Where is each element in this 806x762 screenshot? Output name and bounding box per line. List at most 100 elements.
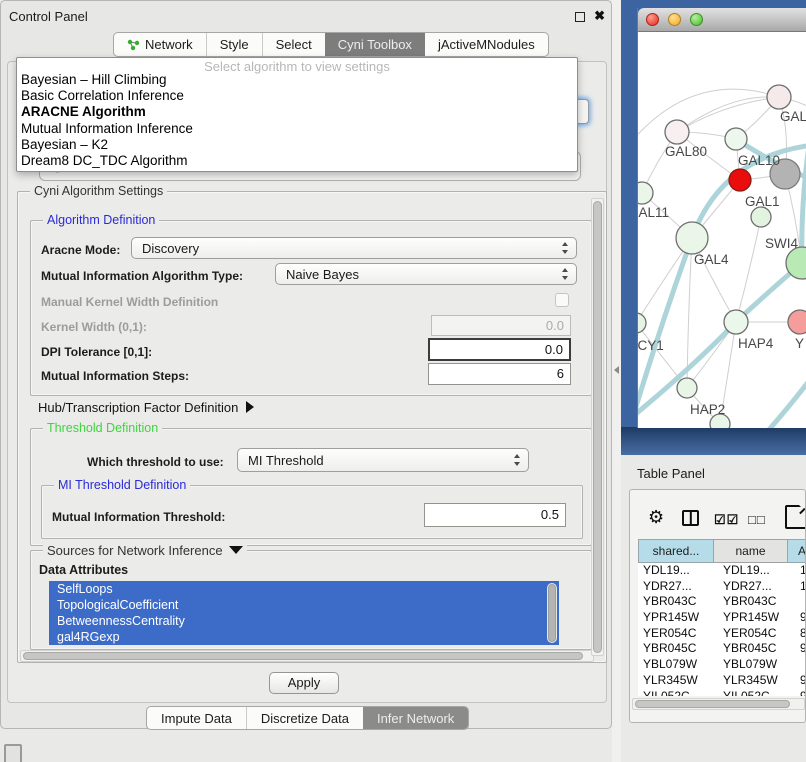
table-cell: YDR27... <box>638 579 714 595</box>
settings-vertical-scrollbar[interactable] <box>591 198 604 656</box>
table-row[interactable]: YDR27...YDR27...12 <box>638 579 806 595</box>
node-gal4[interactable] <box>676 222 708 254</box>
network-desktop-shadow <box>621 427 806 455</box>
table-cell: 13 <box>788 563 806 579</box>
divider-collapse-icon[interactable] <box>614 366 619 374</box>
node-red[interactable] <box>729 169 751 191</box>
deselect-all-checkboxes-icon[interactable]: □□ <box>748 512 766 527</box>
node-hap4[interactable] <box>724 310 748 334</box>
attribute-item-selfloops[interactable]: SelfLoops <box>49 581 559 597</box>
mi-type-combo[interactable]: Naive Bayes <box>275 263 577 285</box>
table-cell: YDR27... <box>714 579 788 595</box>
tab-label: jActiveMNodules <box>438 37 535 52</box>
mi-steps-field[interactable]: 6 <box>428 363 571 385</box>
tab-infer-network[interactable]: Infer Network <box>363 707 468 729</box>
close-icon[interactable]: ✖ <box>594 8 605 24</box>
network-window-titlebar[interactable] <box>638 8 806 32</box>
mi-threshold-field[interactable]: 0.5 <box>424 503 566 527</box>
attribute-item-betweennesscentrality[interactable]: BetweennessCentrality <box>49 613 559 629</box>
collapse-down-icon <box>229 546 243 554</box>
aracne-mode-combo[interactable]: Discovery <box>131 237 577 259</box>
algorithm-option-aracne-algorithm[interactable]: ARACNE Algorithm <box>17 104 577 120</box>
table-header-row: shared...nameA <box>638 539 806 563</box>
algorithm-option-dream8-dc-tdc-algorithm[interactable]: Dream8 DC_TDC Algorithm <box>17 153 577 169</box>
select-all-checkboxes-icon[interactable]: ☑☑ <box>714 512 739 528</box>
aracne-mode-value: Discovery <box>142 241 199 256</box>
list-scrollbar[interactable] <box>547 583 557 643</box>
panel-divider[interactable] <box>612 0 621 762</box>
table-row[interactable]: YIL052CYIL052C9 <box>638 689 806 697</box>
which-threshold-combo[interactable]: MI Threshold <box>237 448 529 472</box>
table-horizontal-scrollbar[interactable] <box>632 698 805 710</box>
table-cell: YIL052C <box>638 689 714 697</box>
node-gal80[interactable] <box>665 120 689 144</box>
node-hap2[interactable] <box>677 378 697 398</box>
algorithm-option-bayesian-k2[interactable]: Bayesian – K2 <box>17 137 577 153</box>
manual-kernel-checkbox[interactable] <box>555 293 569 307</box>
kernel-width-label: Kernel Width (0,1): <box>41 320 147 334</box>
node-salmon[interactable] <box>788 310 806 334</box>
node-label-y: Y <box>795 336 804 351</box>
columns-icon[interactable] <box>682 510 699 526</box>
tab-style[interactable]: Style <box>206 33 262 56</box>
kernel-width-field[interactable]: 0.0 <box>431 315 571 336</box>
column-header-name[interactable]: name <box>714 539 788 563</box>
tab-select[interactable]: Select <box>262 33 325 56</box>
tab-discretize-data[interactable]: Discretize Data <box>246 707 363 729</box>
algorithm-option-mutual-information-inference[interactable]: Mutual Information Inference <box>17 121 577 137</box>
dock-icon[interactable] <box>4 744 22 762</box>
minimize-traffic-light-icon[interactable] <box>668 13 681 26</box>
attribute-item-gal4rgexp[interactable]: gal4RGexp <box>49 629 559 645</box>
table-cell <box>788 657 806 673</box>
float-window-icon[interactable] <box>575 12 585 22</box>
tab-jactivemnodules[interactable]: jActiveMNodules <box>425 33 548 56</box>
table-cell: YBL079W <box>714 657 788 673</box>
table-cell: YBR045C <box>714 641 788 657</box>
settings-horizontal-scrollbar[interactable] <box>20 650 594 662</box>
tab-cyni-toolbox[interactable]: Cyni Toolbox <box>325 33 425 56</box>
cyni-algorithm-settings-group: Cyni Algorithm Settings Algorithm Defini… <box>17 191 607 663</box>
table-row[interactable]: YLR345WYLR345W9. <box>638 673 806 689</box>
table-row[interactable]: YBR045CYBR045C9. <box>638 641 806 657</box>
table-cell: YBL079W <box>638 657 714 673</box>
algorithm-option-bayesian-hill-climbing[interactable]: Bayesian – Hill Climbing <box>17 72 577 88</box>
column-header-a[interactable]: A <box>788 539 806 563</box>
table-cell: YBR043C <box>638 594 714 610</box>
column-header-shared[interactable]: shared... <box>638 539 714 563</box>
hub-section-toggle[interactable]: Hub/Transcription Factor Definition <box>38 400 254 415</box>
screen: Control Panel ✖ NetworkStyleSelectCyni T… <box>0 0 806 762</box>
table-cell: YBR045C <box>638 641 714 657</box>
close-traffic-light-icon[interactable] <box>646 13 659 26</box>
tab-label: Network <box>145 37 193 52</box>
tab-network[interactable]: Network <box>114 33 206 56</box>
table-cell: YLR345W <box>714 673 788 689</box>
tab-impute-data[interactable]: Impute Data <box>147 707 246 729</box>
node-label-gal4: GAL4 <box>694 252 729 267</box>
attribute-item-topologicalcoefficient[interactable]: TopologicalCoefficient <box>49 597 559 613</box>
dpi-tolerance-field[interactable]: 0.0 <box>428 338 571 361</box>
threshold-definition-title: Threshold Definition <box>43 421 162 435</box>
bottom-tab-bar: Impute DataDiscretize DataInfer Network <box>146 706 469 730</box>
table-row[interactable]: YBR043CYBR043C <box>638 594 806 610</box>
node-label-hap2: HAP2 <box>690 402 725 417</box>
table-row[interactable]: YBL079WYBL079W <box>638 657 806 673</box>
algorithm-option-basic-correlation-inference[interactable]: Basic Correlation Inference <box>17 88 577 104</box>
node-swi4-small[interactable] <box>751 207 771 227</box>
table-row[interactable]: YPR145WYPR145W9. <box>638 610 806 626</box>
data-attributes-list[interactable]: SelfLoopsTopologicalCoefficientBetweenne… <box>49 581 559 645</box>
node-gal10[interactable] <box>725 128 747 150</box>
apply-button[interactable]: Apply <box>269 672 339 694</box>
table-row[interactable]: YER054CYER054C8. <box>638 626 806 642</box>
export-table-icon[interactable] <box>785 505 806 529</box>
node-pink-top[interactable] <box>767 85 791 109</box>
zoom-traffic-light-icon[interactable] <box>690 13 703 26</box>
node-label-hap4: HAP4 <box>738 336 774 351</box>
node-gcy1[interactable] <box>638 313 646 333</box>
network-canvas[interactable]: GALGAL80GAL10GAL1GAL11GAL4SWI4GCY1HAP4YH… <box>638 32 806 428</box>
sources-group-title[interactable]: Sources for Network Inference <box>43 543 247 558</box>
table-cell: YBR043C <box>714 594 788 610</box>
table-cell: 9. <box>788 673 806 689</box>
table-row[interactable]: YDL19...YDL19...13 <box>638 563 806 579</box>
gear-icon[interactable]: ⚙ <box>648 507 664 528</box>
table-panel-title: Table Panel <box>637 466 705 481</box>
